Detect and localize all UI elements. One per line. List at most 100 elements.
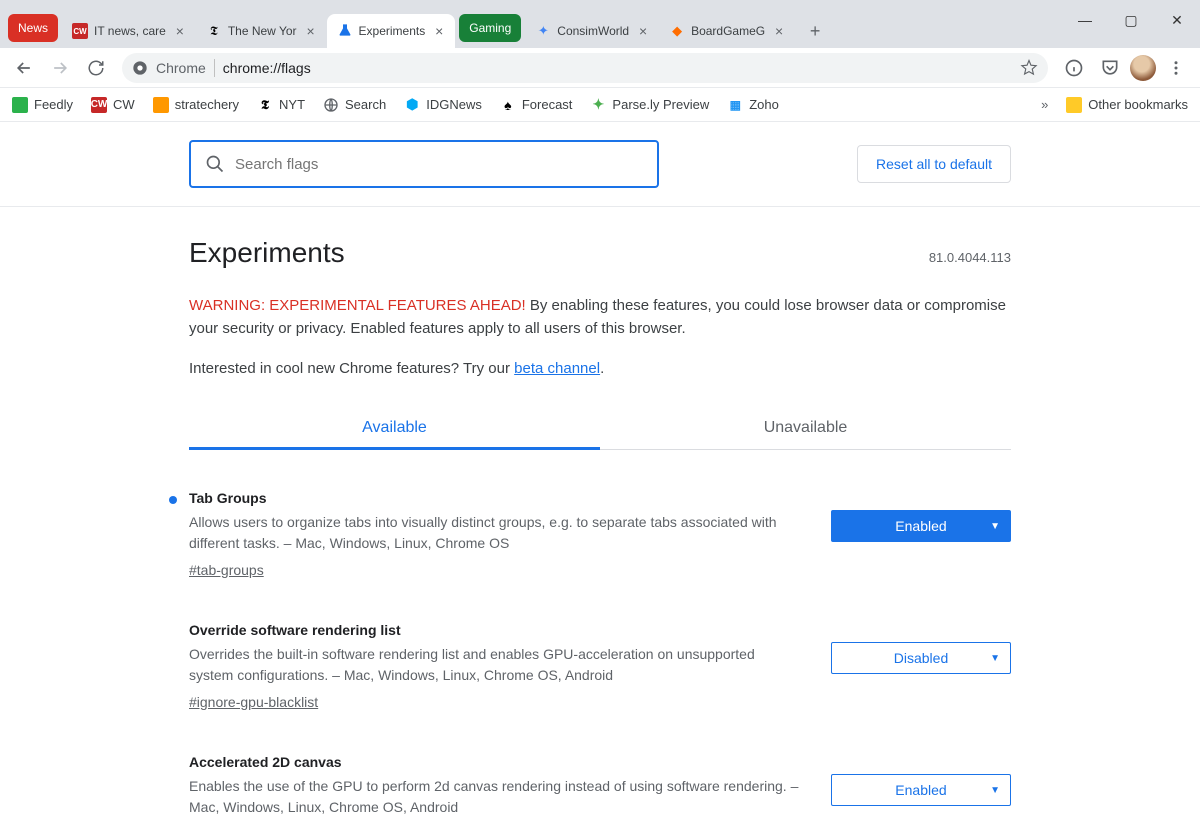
- warning-label: WARNING: EXPERIMENTAL FEATURES AHEAD!: [189, 297, 526, 314]
- divider: [0, 206, 1200, 207]
- profile-avatar[interactable]: [1130, 55, 1156, 81]
- url-prefix: Chrome: [156, 60, 206, 76]
- flag-description: Allows users to organize tabs into visua…: [189, 512, 801, 554]
- favicon-icon: 𝕿: [206, 23, 222, 39]
- page-viewport[interactable]: Reset all to default Experiments 81.0.40…: [0, 122, 1200, 828]
- flag-state-select[interactable]: Disabled ▼: [831, 642, 1011, 674]
- tab-title: IT news, care: [94, 24, 166, 38]
- bookmark-item[interactable]: ✦Parse.ly Preview: [590, 97, 709, 113]
- version-text: 81.0.4044.113: [929, 250, 1011, 265]
- tab-title: ConsimWorld: [557, 24, 629, 38]
- flag-title: Accelerated 2D canvas: [189, 754, 801, 770]
- tab-title: The New Yor: [228, 24, 297, 38]
- flag-state-select[interactable]: Enabled ▼: [831, 510, 1011, 542]
- bookmark-icon: ▦: [727, 97, 743, 113]
- close-icon[interactable]: ×: [635, 23, 651, 39]
- address-bar[interactable]: Chrome chrome://flags: [122, 53, 1048, 83]
- flag-state-value: Enabled: [895, 782, 946, 798]
- flag-state-value: Enabled: [895, 518, 946, 534]
- close-icon[interactable]: ×: [771, 23, 787, 39]
- favicon-icon: ✦: [535, 23, 551, 39]
- bookmark-icon: [153, 97, 169, 113]
- bookmark-item[interactable]: Search: [323, 97, 386, 113]
- chevron-down-icon: ▼: [990, 521, 1000, 532]
- globe-icon: [323, 97, 339, 113]
- tab-unavailable[interactable]: Unavailable: [600, 407, 1011, 449]
- flag-title: Tab Groups: [189, 490, 801, 506]
- browser-tab[interactable]: ◆ BoardGameG ×: [659, 14, 795, 48]
- flag-title: Override software rendering list: [189, 622, 801, 638]
- flag-row: Override software rendering list Override…: [189, 622, 1011, 710]
- flag-anchor-link[interactable]: #ignore-gpu-blacklist: [189, 694, 318, 710]
- bookmark-item[interactable]: 𝕿NYT: [257, 97, 305, 113]
- reload-button[interactable]: [80, 52, 112, 84]
- window-controls: — ▢ ✕: [1062, 0, 1200, 40]
- favicon-icon: CW: [72, 23, 88, 39]
- toolbar: Chrome chrome://flags: [0, 48, 1200, 88]
- chevron-down-icon: ▼: [990, 653, 1000, 664]
- flag-anchor-link[interactable]: #tab-groups: [189, 562, 264, 578]
- bookmark-icon: ♠: [500, 97, 516, 113]
- tab-group-gaming[interactable]: Gaming: [459, 14, 521, 42]
- bookmark-icon: 𝕿: [257, 97, 273, 113]
- bookmarks-overflow[interactable]: »: [1041, 97, 1048, 112]
- forward-button[interactable]: [44, 52, 76, 84]
- tab-title: Experiments: [359, 24, 426, 38]
- bookmark-item[interactable]: ♠Forecast: [500, 97, 573, 113]
- other-bookmarks[interactable]: Other bookmarks: [1066, 97, 1188, 113]
- close-window-button[interactable]: ✕: [1154, 0, 1200, 40]
- bookmark-item[interactable]: ▦Zoho: [727, 97, 779, 113]
- flag-description: Overrides the built-in software renderin…: [189, 644, 801, 686]
- bookmark-icon: ✦: [590, 97, 606, 113]
- bookmark-item[interactable]: ⬢IDGNews: [404, 97, 482, 113]
- bookmark-item[interactable]: stratechery: [153, 97, 239, 113]
- bookmark-icon: [12, 97, 28, 113]
- browser-tab[interactable]: CW IT news, care ×: [62, 14, 196, 48]
- search-flags-box[interactable]: [189, 140, 659, 188]
- menu-button[interactable]: [1160, 52, 1192, 84]
- bookmark-item[interactable]: Feedly: [12, 97, 73, 113]
- maximize-button[interactable]: ▢: [1108, 0, 1154, 40]
- bookmark-item[interactable]: CWCW: [91, 97, 135, 113]
- tab-available[interactable]: Available: [189, 407, 600, 449]
- tab-group-news[interactable]: News: [8, 14, 58, 42]
- bookmarks-bar: Feedly CWCW stratechery 𝕿NYT Search ⬢IDG…: [0, 88, 1200, 122]
- chrome-icon: [132, 60, 148, 76]
- bookmark-star-icon[interactable]: [1020, 59, 1038, 77]
- flag-state-value: Disabled: [894, 650, 948, 666]
- tab-title: BoardGameG: [691, 24, 765, 38]
- search-input[interactable]: [235, 156, 643, 173]
- close-icon[interactable]: ×: [303, 23, 319, 39]
- flag-row: Tab Groups Allows users to organize tabs …: [189, 490, 1011, 578]
- tab-strip: News CW IT news, care × 𝕿 The New Yor × …: [0, 0, 1200, 48]
- close-icon[interactable]: ×: [172, 23, 188, 39]
- flag-state-select[interactable]: Enabled ▼: [831, 774, 1011, 806]
- close-icon[interactable]: ×: [431, 23, 447, 39]
- warning-text: WARNING: EXPERIMENTAL FEATURES AHEAD! By…: [189, 295, 1011, 340]
- favicon-icon: ◆: [669, 23, 685, 39]
- url-text: chrome://flags: [223, 60, 311, 76]
- beta-channel-link[interactable]: beta channel: [514, 360, 600, 377]
- browser-tab[interactable]: ✦ ConsimWorld ×: [525, 14, 659, 48]
- page-title: Experiments: [189, 237, 345, 269]
- beta-line: Interested in cool new Chrome features? …: [189, 360, 1011, 377]
- flags-tabs: Available Unavailable: [189, 407, 1011, 450]
- minimize-button[interactable]: —: [1062, 0, 1108, 40]
- separator: [214, 59, 215, 77]
- bookmark-icon: CW: [91, 97, 107, 113]
- reset-all-button[interactable]: Reset all to default: [857, 145, 1011, 183]
- modified-dot-icon: [169, 496, 177, 504]
- chevron-down-icon: ▼: [990, 785, 1000, 796]
- browser-tab-active[interactable]: Experiments ×: [327, 14, 456, 48]
- flag-row: Accelerated 2D canvas Enables the use of …: [189, 754, 1011, 828]
- search-icon: [205, 154, 225, 174]
- browser-tab[interactable]: 𝕿 The New Yor ×: [196, 14, 327, 48]
- flask-icon: [337, 23, 353, 39]
- back-button[interactable]: [8, 52, 40, 84]
- new-tab-button[interactable]: +: [801, 17, 829, 45]
- folder-icon: [1066, 97, 1082, 113]
- flag-description: Enables the use of the GPU to perform 2d…: [189, 776, 801, 818]
- info-icon[interactable]: [1058, 52, 1090, 84]
- bookmark-icon: ⬢: [404, 97, 420, 113]
- pocket-icon[interactable]: [1094, 52, 1126, 84]
